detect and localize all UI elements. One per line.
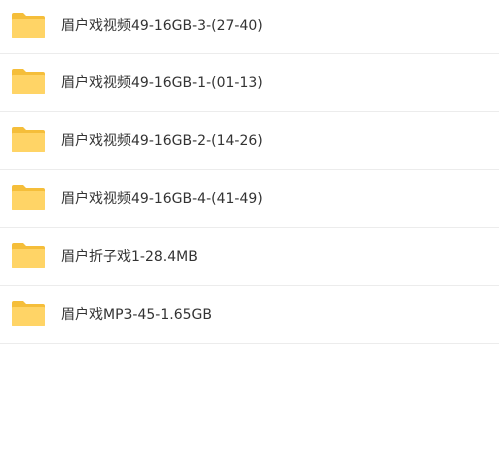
file-row[interactable]: 眉户戏视频49-16GB-1-(01-13)	[0, 54, 499, 112]
folder-icon	[11, 126, 46, 153]
folder-icon	[11, 68, 46, 95]
file-name[interactable]: 眉户戏视频49-16GB-2-(14-26)	[61, 132, 263, 150]
file-row[interactable]: 眉户戏视频49-16GB-2-(14-26)	[0, 112, 499, 170]
file-row[interactable]: 眉户戏视频49-16GB-4-(41-49)	[0, 170, 499, 228]
file-list: 眉户戏视频49-16GB-3-(27-40) 眉户戏视频49-16GB-1-(0…	[0, 0, 499, 344]
folder-icon	[11, 184, 46, 211]
folder-icon	[11, 12, 46, 39]
file-name[interactable]: 眉户戏视频49-16GB-3-(27-40)	[61, 17, 263, 35]
file-name[interactable]: 眉户戏视频49-16GB-4-(41-49)	[61, 190, 263, 208]
folder-icon	[11, 300, 46, 327]
file-name[interactable]: 眉户戏MP3-45-1.65GB	[61, 306, 212, 324]
file-name[interactable]: 眉户折子戏1-28.4MB	[61, 248, 198, 266]
folder-icon	[11, 242, 46, 269]
file-row[interactable]: 眉户折子戏1-28.4MB	[0, 228, 499, 286]
file-name[interactable]: 眉户戏视频49-16GB-1-(01-13)	[61, 74, 263, 92]
file-row[interactable]: 眉户戏MP3-45-1.65GB	[0, 286, 499, 344]
file-row[interactable]: 眉户戏视频49-16GB-3-(27-40)	[0, 0, 499, 54]
